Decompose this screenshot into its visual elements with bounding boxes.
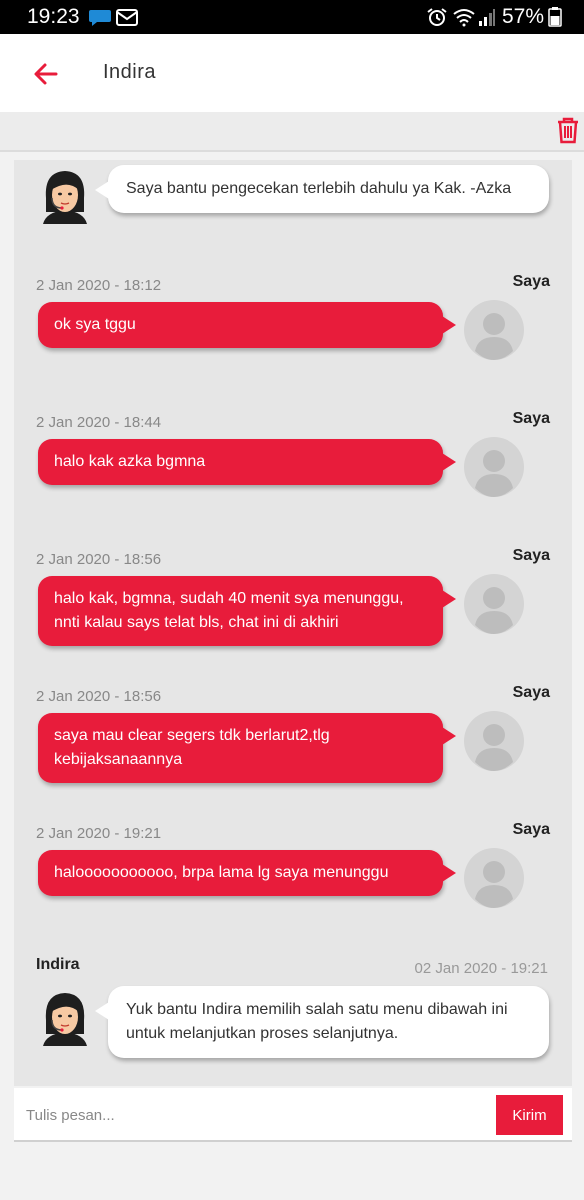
- user-avatar-icon: [464, 437, 524, 497]
- message-bubble: halo kak, bgmna, sudah 40 menit sya menu…: [38, 576, 456, 646]
- agent-avatar-icon: [43, 171, 87, 224]
- signal-icon: [479, 9, 495, 26]
- message-timestamp: 2 Jan 2020 - 18:44: [36, 414, 162, 431]
- message-sender: Saya: [512, 410, 550, 427]
- chat-toolbar: [0, 112, 584, 152]
- agent-message-timestamp: 02 Jan 2020 - 19:21: [414, 960, 548, 977]
- message-sender: Saya: [512, 273, 550, 290]
- message-timestamp: 2 Jan 2020 - 18:56: [36, 688, 162, 705]
- arrow-left-icon[interactable]: [30, 58, 62, 90]
- message-bubble: halooooooooooo, brpa lama lg saya menung…: [38, 850, 456, 896]
- message-bubble: halo kak azka bgmna: [38, 439, 456, 485]
- message-timestamp: 2 Jan 2020 - 18:56: [36, 551, 162, 568]
- user-avatar-icon: [464, 574, 524, 634]
- mail-notification-icon: [116, 9, 138, 26]
- message-bubble: saya mau clear segers tdk berlarut2,tlg …: [38, 713, 456, 783]
- message-input[interactable]: [26, 1097, 486, 1133]
- message-sender: Saya: [512, 684, 550, 701]
- user-avatar-icon: [464, 848, 524, 908]
- chat-notification-icon: [89, 10, 111, 26]
- message-timestamp: 2 Jan 2020 - 18:12: [36, 277, 162, 294]
- battery-icon: [548, 7, 562, 27]
- trash-icon[interactable]: [556, 116, 580, 144]
- send-button[interactable]: Kirim: [496, 1095, 563, 1135]
- message-sender: Saya: [512, 547, 550, 564]
- message-timestamp: 2 Jan 2020 - 19:21: [36, 825, 162, 842]
- agent-sender-name: Indira: [36, 956, 80, 973]
- chat-area[interactable]: Saya bantu pengecekan terlebih dahulu ya…: [14, 160, 572, 1086]
- page-title: Indira: [103, 61, 157, 83]
- status-time: 19:23: [27, 5, 80, 28]
- app-bar: Indira: [0, 34, 584, 112]
- user-avatar-icon: [464, 300, 524, 360]
- message-sender: Saya: [512, 821, 550, 838]
- message-bubble: ok sya tggu: [38, 302, 456, 348]
- message-composer: Kirim: [14, 1088, 572, 1142]
- alarm-icon: [427, 8, 447, 26]
- battery-percentage: 57%: [502, 5, 545, 28]
- user-avatar-icon: [464, 711, 524, 771]
- agent-message-bubble: Yuk bantu Indira memilih salah satu menu…: [95, 986, 549, 1058]
- bottom-spacer: [0, 1144, 584, 1200]
- agent-avatar-icon: [43, 993, 87, 1046]
- status-bar: 19:23 57%: [0, 0, 584, 34]
- agent-intro-bubble: Saya bantu pengecekan terlebih dahulu ya…: [95, 165, 549, 213]
- wifi-icon: [453, 9, 475, 27]
